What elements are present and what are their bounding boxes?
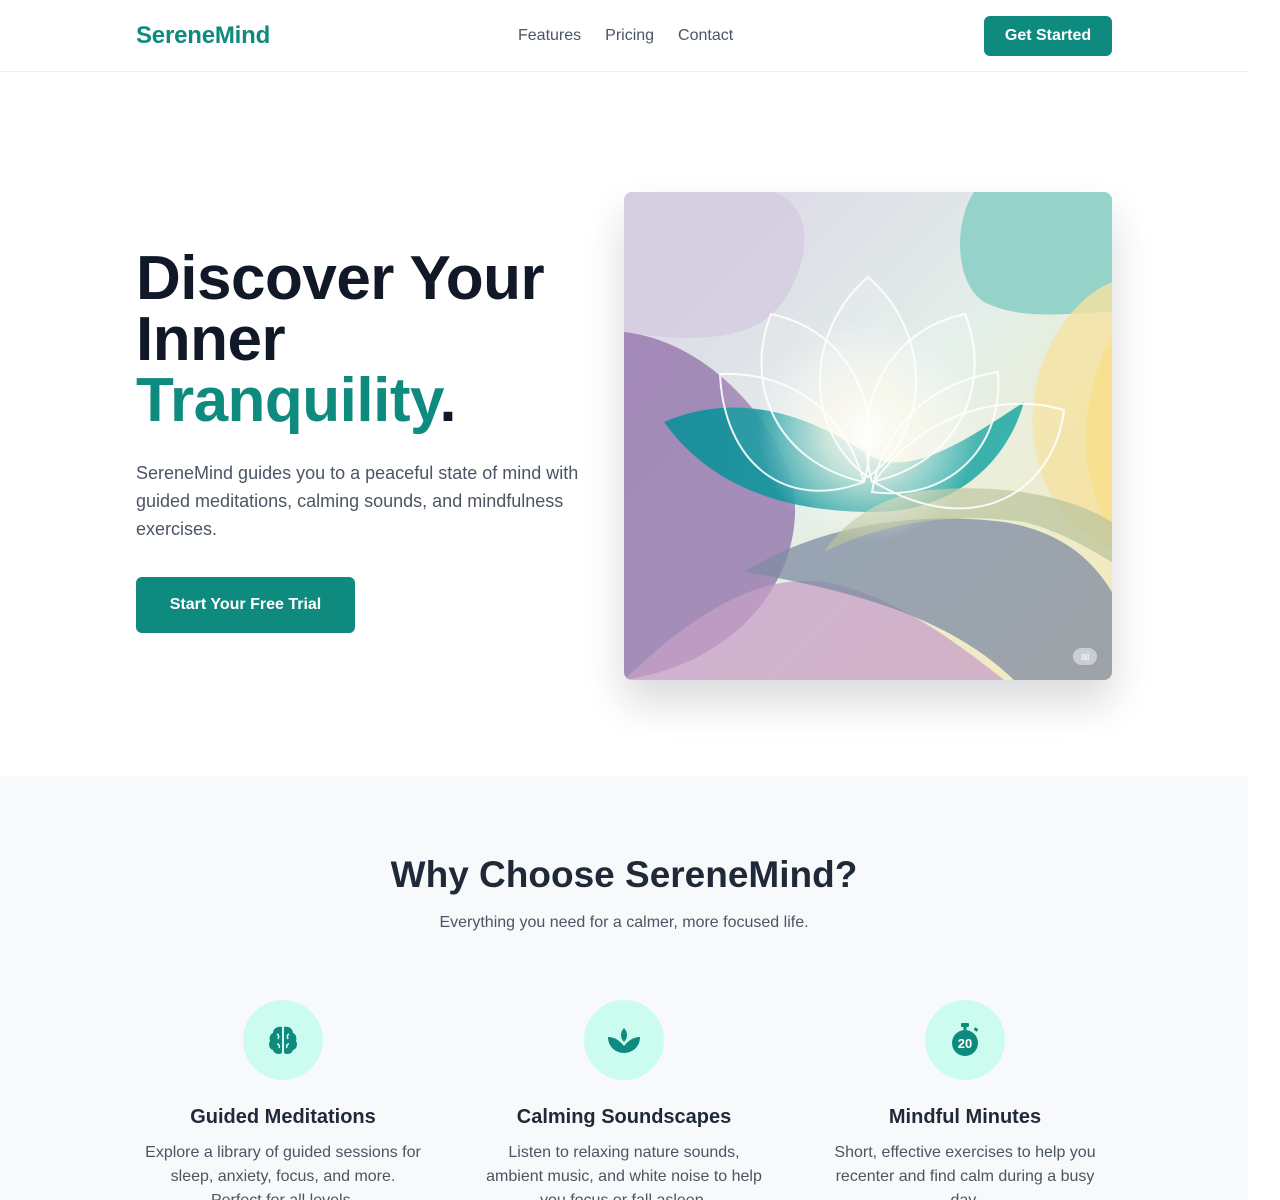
start-free-trial-button[interactable]: Start Your Free Trial	[136, 577, 355, 633]
site-header: SereneMind Features Pricing Contact Get …	[0, 0, 1248, 72]
ai-badge: ai	[1073, 648, 1097, 665]
nav-link-contact[interactable]: Contact	[678, 27, 733, 45]
get-started-button[interactable]: Get Started	[984, 16, 1112, 56]
feature-text: Short, effective exercises to help you r…	[834, 1144, 1096, 1200]
hero-content: Discover Your Inner Tranquility. SereneM…	[136, 248, 616, 633]
feature-icon-circle	[243, 1000, 323, 1080]
feature-card: Guided Meditations Explore a library of …	[136, 1000, 430, 1200]
stopwatch-icon: 20	[952, 1023, 979, 1056]
feature-icon-circle: 20	[925, 1000, 1005, 1080]
feature-text: Listen to relaxing nature sounds, ambien…	[486, 1144, 762, 1200]
feature-title: Mindful Minutes	[888, 1106, 1042, 1128]
brain-icon	[269, 1026, 297, 1054]
feature-title: Guided Meditations	[190, 1106, 376, 1128]
hero-title-period: .	[439, 366, 457, 435]
features-section: Why Choose SereneMind? Everything you ne…	[0, 776, 1248, 1200]
hero-section: Discover Your Inner Tranquility. SereneM…	[0, 72, 1248, 776]
hero-title-line2: Inner	[136, 305, 286, 374]
page: SereneMind Features Pricing Contact Get …	[0, 0, 1248, 1200]
feature-card: Calming Soundscapes Listen to relaxing n…	[477, 1000, 771, 1200]
feature-title: Calming Soundscapes	[516, 1106, 732, 1128]
timer-icon-text: 20	[958, 1036, 972, 1051]
lotus-icon	[608, 1028, 640, 1053]
hero-title: Discover Your Inner Tranquility.	[136, 248, 616, 432]
features-subtitle: Everything you need for a calmer, more f…	[439, 914, 809, 931]
hero-title-accent: Tranquility	[136, 366, 440, 435]
lotus-illustration	[624, 192, 1112, 680]
feature-card: 20 Mindful Minutes Short, effective exer…	[818, 1000, 1112, 1200]
logo[interactable]: SereneMind	[136, 22, 270, 50]
main-nav: Features Pricing Contact	[518, 0, 733, 72]
hero-title-line1: Discover Your	[136, 244, 545, 313]
hero-description: SereneMind guides you to a peaceful stat…	[136, 463, 579, 539]
hero-illustration: ai	[624, 192, 1112, 680]
nav-link-features[interactable]: Features	[518, 27, 581, 45]
nav-link-pricing[interactable]: Pricing	[605, 27, 654, 45]
features-title: Why Choose SereneMind?	[390, 854, 858, 895]
feature-icon-circle	[584, 1000, 664, 1080]
feature-text: Explore a library of guided sessions for…	[145, 1144, 421, 1200]
